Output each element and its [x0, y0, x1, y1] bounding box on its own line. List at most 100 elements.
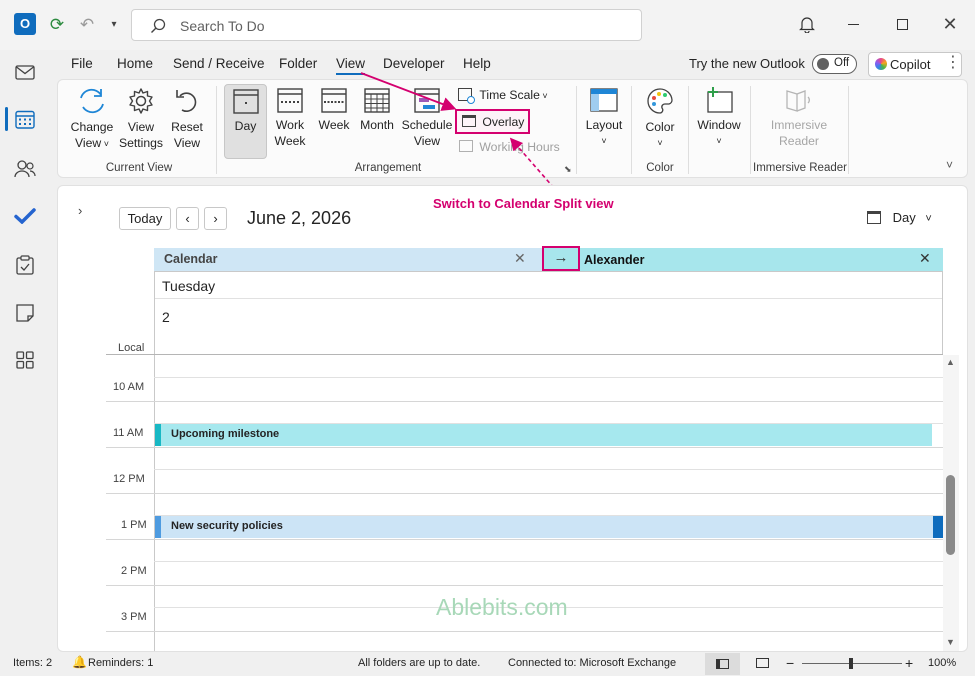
month-button[interactable]: Month [356, 86, 398, 133]
normal-view-button[interactable] [705, 653, 740, 675]
work-week-label-1: Work [275, 118, 305, 132]
working-hours-button[interactable]: Working Hours [459, 140, 560, 154]
zoom-out-icon[interactable]: − [786, 655, 794, 671]
week-label: Week [318, 118, 350, 132]
change-view-button[interactable]: Change View ˅ [66, 86, 118, 152]
week-icon [321, 88, 347, 113]
overlay-icon [462, 115, 476, 127]
view-mode-dropdown[interactable]: Day ˅ [867, 210, 932, 225]
chevron-left-icon: ‹ [185, 211, 190, 226]
close-icon[interactable]: ✕ [942, 14, 958, 34]
toggle-knob [817, 58, 829, 70]
copilot-button[interactable]: Copilot ⋮ [868, 52, 962, 77]
tab-file[interactable]: File [71, 56, 93, 71]
tab-view[interactable]: View [336, 56, 366, 75]
today-button[interactable]: Today [119, 207, 171, 230]
scroll-down-icon[interactable]: ▼ [946, 637, 955, 647]
day-button[interactable]: Day [224, 84, 267, 159]
search-input[interactable]: Search To Do [180, 18, 265, 34]
scrollbar-thumb[interactable] [946, 475, 955, 555]
vertical-scrollbar[interactable]: ▲ ▼ [943, 355, 959, 651]
time-scale-icon [458, 88, 475, 104]
tab-send-receive[interactable]: Send / Receive [173, 56, 265, 71]
appointment-new-security-policies[interactable]: New security policies [155, 516, 943, 538]
window-button[interactable]: Window ˅ [694, 86, 744, 149]
bell-icon[interactable] [799, 15, 815, 33]
group-color: Color [646, 162, 674, 174]
weekday-label: Tuesday [162, 278, 216, 294]
scroll-up-icon[interactable]: ▲ [946, 357, 955, 367]
dialog-launcher-icon[interactable]: ⬊ [564, 164, 572, 175]
current-date: June 2, 2026 [247, 208, 352, 228]
reading-view-icon[interactable] [756, 658, 769, 668]
tab-help[interactable]: Help [463, 56, 491, 71]
reset-icon [176, 90, 197, 113]
immersive-reader-label-2: Reader [779, 134, 819, 148]
view-settings-button[interactable]: View Settings [118, 86, 164, 151]
try-new-outlook-label: Try the new Outlook [689, 56, 805, 71]
calendar-day-icon [867, 211, 881, 224]
color-button[interactable]: Color ˅ [638, 86, 682, 151]
separator [750, 86, 751, 174]
time-label: 12 PM [113, 473, 145, 485]
immersive-reader-button[interactable]: Immersive Reader [758, 86, 840, 149]
next-day-button[interactable]: › [204, 207, 227, 230]
collapse-ribbon-icon[interactable]: ˅ [946, 158, 953, 172]
bell-small-icon: 🔔 [72, 655, 87, 669]
close-tab-icon[interactable]: ✕ [514, 250, 526, 267]
search-box[interactable]: Search To Do [131, 9, 642, 41]
previous-day-button[interactable]: ‹ [176, 207, 199, 230]
tab-alexander[interactable]: → Alexander ✕ [542, 246, 943, 271]
view-mode-label: Day [892, 210, 916, 225]
expand-folder-pane-icon[interactable]: › [78, 203, 82, 218]
close-tab-icon[interactable]: ✕ [919, 250, 931, 267]
zoom-level: 100% [928, 657, 957, 669]
more-options-icon[interactable]: ⋮ [945, 52, 961, 72]
tab-calendar-label: Calendar [164, 252, 218, 266]
layout-button[interactable]: Layout ˅ [582, 86, 626, 149]
time-scale-button[interactable]: Time Scale ˅ [458, 88, 548, 106]
zoom-slider-thumb[interactable] [849, 658, 853, 669]
customize-toolbar-icon[interactable]: ▾ [106, 15, 122, 35]
schedule-view-button[interactable]: Schedule View [400, 86, 454, 149]
tab-folder[interactable]: Folder [279, 56, 317, 71]
time-label: 1 PM [121, 519, 147, 531]
minimize-icon[interactable] [848, 24, 859, 25]
mail-icon[interactable] [15, 65, 35, 80]
appointment-title: Upcoming milestone [171, 428, 280, 440]
copilot-icon [875, 58, 887, 70]
separator [848, 86, 849, 174]
title-bar: O ⟳ ↶ ▾ Search To Do ✕ [0, 0, 975, 50]
zoom-in-icon[interactable]: + [905, 655, 913, 671]
day-label: Day [234, 119, 257, 133]
refresh-icon[interactable]: ⟳ [47, 15, 67, 35]
people-icon[interactable] [14, 160, 36, 178]
calendar-icon[interactable] [15, 110, 35, 129]
week-button[interactable]: Week [314, 86, 354, 133]
palette-icon [647, 88, 673, 114]
month-icon [364, 88, 390, 113]
appointment-upcoming-milestone[interactable]: Upcoming milestone [155, 424, 932, 446]
tab-home[interactable]: Home [117, 56, 153, 71]
day-calendar-icon [232, 89, 259, 114]
layout-icon [590, 88, 618, 112]
work-week-button[interactable]: Work Week [268, 86, 312, 149]
todo-check-icon[interactable] [14, 208, 36, 224]
immersive-reader-icon [786, 90, 810, 112]
time-label: 2 PM [121, 565, 147, 577]
divider [154, 298, 943, 299]
tab-developer[interactable]: Developer [383, 56, 445, 71]
reminders-count[interactable]: Reminders: 1 [88, 657, 153, 669]
apps-icon[interactable] [16, 351, 34, 369]
overlay-label: Overlay [482, 115, 525, 129]
reset-view-button[interactable]: Reset View [164, 86, 210, 151]
tasks-icon[interactable] [16, 255, 34, 275]
overlay-button[interactable]: Overlay [455, 109, 530, 134]
split-view-arrow-icon[interactable]: → [542, 246, 580, 271]
color-label: Color [645, 120, 675, 134]
tab-calendar[interactable]: Calendar ✕ [154, 248, 542, 271]
maximize-icon[interactable] [897, 19, 908, 30]
new-outlook-toggle[interactable]: Off [812, 54, 857, 74]
undo-icon[interactable]: ↶ [77, 15, 97, 35]
notes-icon[interactable] [16, 304, 34, 322]
